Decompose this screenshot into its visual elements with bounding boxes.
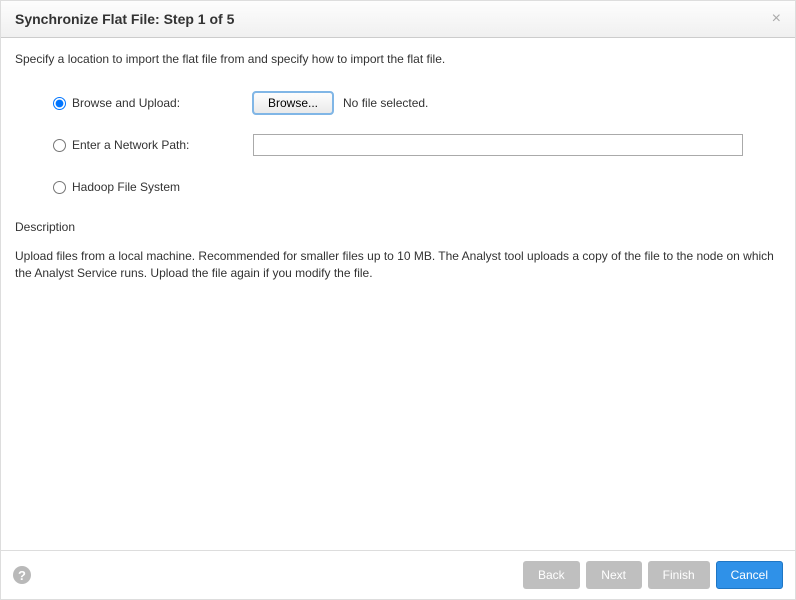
option-hadoop: Hadoop File System xyxy=(53,174,781,200)
radio-browse-upload-label: Browse and Upload: xyxy=(72,96,180,110)
browse-button[interactable]: Browse... xyxy=(253,92,333,114)
file-status-text: No file selected. xyxy=(343,96,428,110)
radio-hadoop-label: Hadoop File System xyxy=(72,180,180,194)
dialog-header: Synchronize Flat File: Step 1 of 5 × xyxy=(1,1,795,38)
wizard-dialog: Synchronize Flat File: Step 1 of 5 × Spe… xyxy=(0,0,796,600)
dialog-title: Synchronize Flat File: Step 1 of 5 xyxy=(15,11,234,27)
description-label: Description xyxy=(15,220,781,234)
radio-network-path-cell: Enter a Network Path: xyxy=(53,138,253,152)
back-button[interactable]: Back xyxy=(523,561,580,589)
dialog-footer: ? Back Next Finish Cancel xyxy=(1,550,795,599)
description-text: Upload files from a local machine. Recom… xyxy=(15,248,781,283)
radio-browse-upload-cell: Browse and Upload: xyxy=(53,96,253,110)
footer-buttons: Back Next Finish Cancel xyxy=(523,561,783,589)
help-icon[interactable]: ? xyxy=(13,566,31,584)
finish-button[interactable]: Finish xyxy=(648,561,710,589)
option-network-path: Enter a Network Path: xyxy=(53,132,781,158)
browse-field-cell: Browse... No file selected. xyxy=(253,92,781,114)
radio-network-path[interactable] xyxy=(53,139,66,152)
next-button[interactable]: Next xyxy=(586,561,642,589)
instruction-text: Specify a location to import the flat fi… xyxy=(15,52,781,66)
radio-browse-upload[interactable] xyxy=(53,97,66,110)
dialog-content: Specify a location to import the flat fi… xyxy=(1,38,795,550)
import-options: Browse and Upload: Browse... No file sel… xyxy=(53,90,781,200)
radio-network-path-label: Enter a Network Path: xyxy=(72,138,189,152)
option-browse-upload: Browse and Upload: Browse... No file sel… xyxy=(53,90,781,116)
radio-hadoop-cell: Hadoop File System xyxy=(53,180,253,194)
network-path-input[interactable] xyxy=(253,134,743,156)
radio-hadoop[interactable] xyxy=(53,181,66,194)
network-field-cell xyxy=(253,134,781,156)
close-icon[interactable]: × xyxy=(772,11,781,27)
cancel-button[interactable]: Cancel xyxy=(716,561,783,589)
